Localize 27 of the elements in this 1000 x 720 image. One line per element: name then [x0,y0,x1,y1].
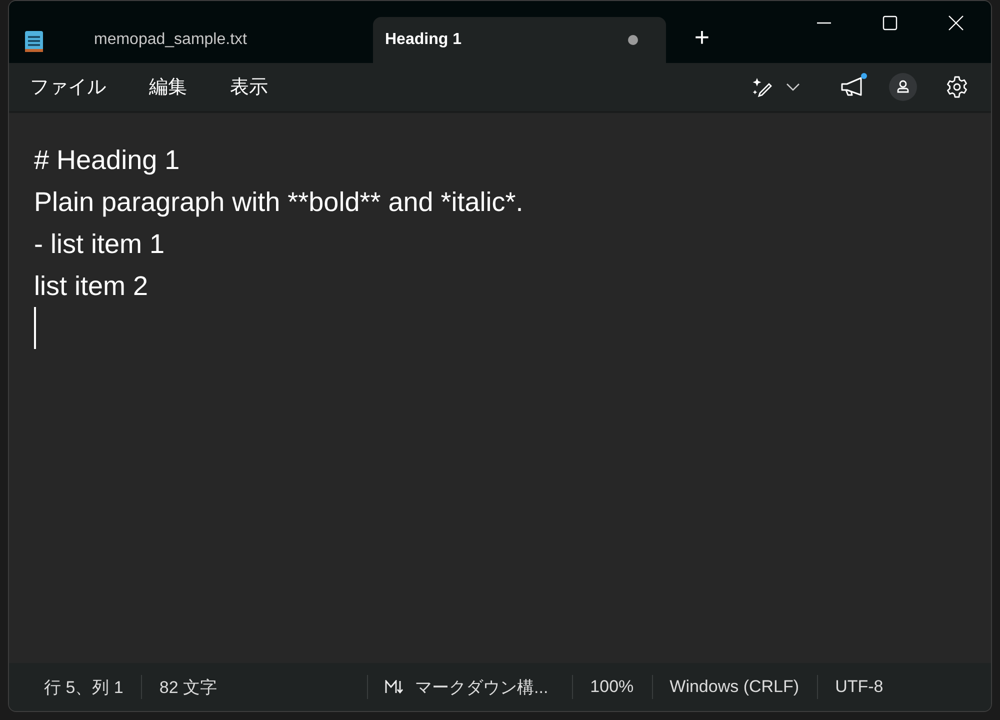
status-text: 100% [590,677,634,697]
status-text: 82 文字 [159,676,217,698]
menu-item[interactable]: ファイル [30,74,106,100]
editor-area[interactable]: # Heading 1 Plain paragraph with **bold** and *italic*. - list item 1 list item 2 [9,113,991,663]
text-line: # Heading 1 [34,144,180,177]
markdown-icon [385,680,405,694]
maximize-icon[interactable] [882,15,898,31]
tab-label: Heading 1 [384,31,462,49]
tab-label: memopad_sample.txt [93,31,247,49]
tab[interactable]: memopad_sample.txt [82,17,373,63]
status-text: Windows (CRLF) [670,677,800,697]
text-line: list item 2 [34,270,148,303]
new-tab-button[interactable]: + [690,22,714,53]
tab[interactable]: Heading 1 [373,17,666,63]
settings-icon[interactable] [945,75,969,99]
text-line: Plain paragraph with **bold** and *italic*. [34,186,524,219]
menu-item[interactable]: 編集 [149,74,187,100]
status-text: 行 5、列 1 [44,676,124,698]
close-icon[interactable] [948,15,964,31]
status-text: UTF-8 [835,677,884,697]
chevron-down-icon[interactable] [786,82,800,92]
markdown-status[interactable]: マークダウン構... [415,676,548,698]
menu-item[interactable]: 表示 [230,74,268,100]
notepad-icon [24,29,44,53]
sparkle-pen-icon[interactable] [752,76,774,98]
text-line: - list item 1 [34,228,165,261]
account-icon[interactable] [888,72,918,102]
